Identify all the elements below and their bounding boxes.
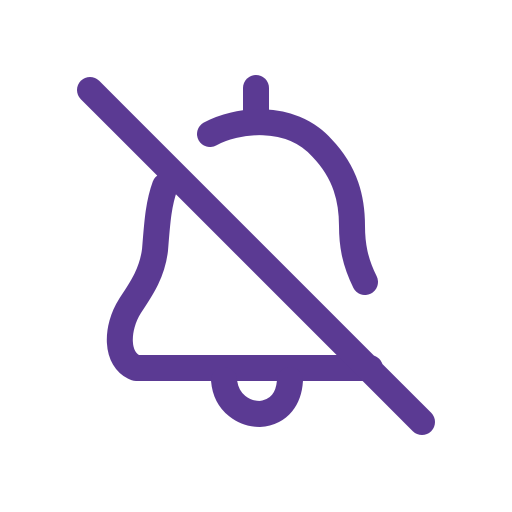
bell-clapper — [211, 367, 303, 427]
bell-off-icon-svg — [77, 75, 435, 435]
bell-right-shoulder — [197, 109, 378, 295]
bell-off-icon — [0, 0, 512, 512]
bell-off-strokes — [77, 75, 435, 435]
